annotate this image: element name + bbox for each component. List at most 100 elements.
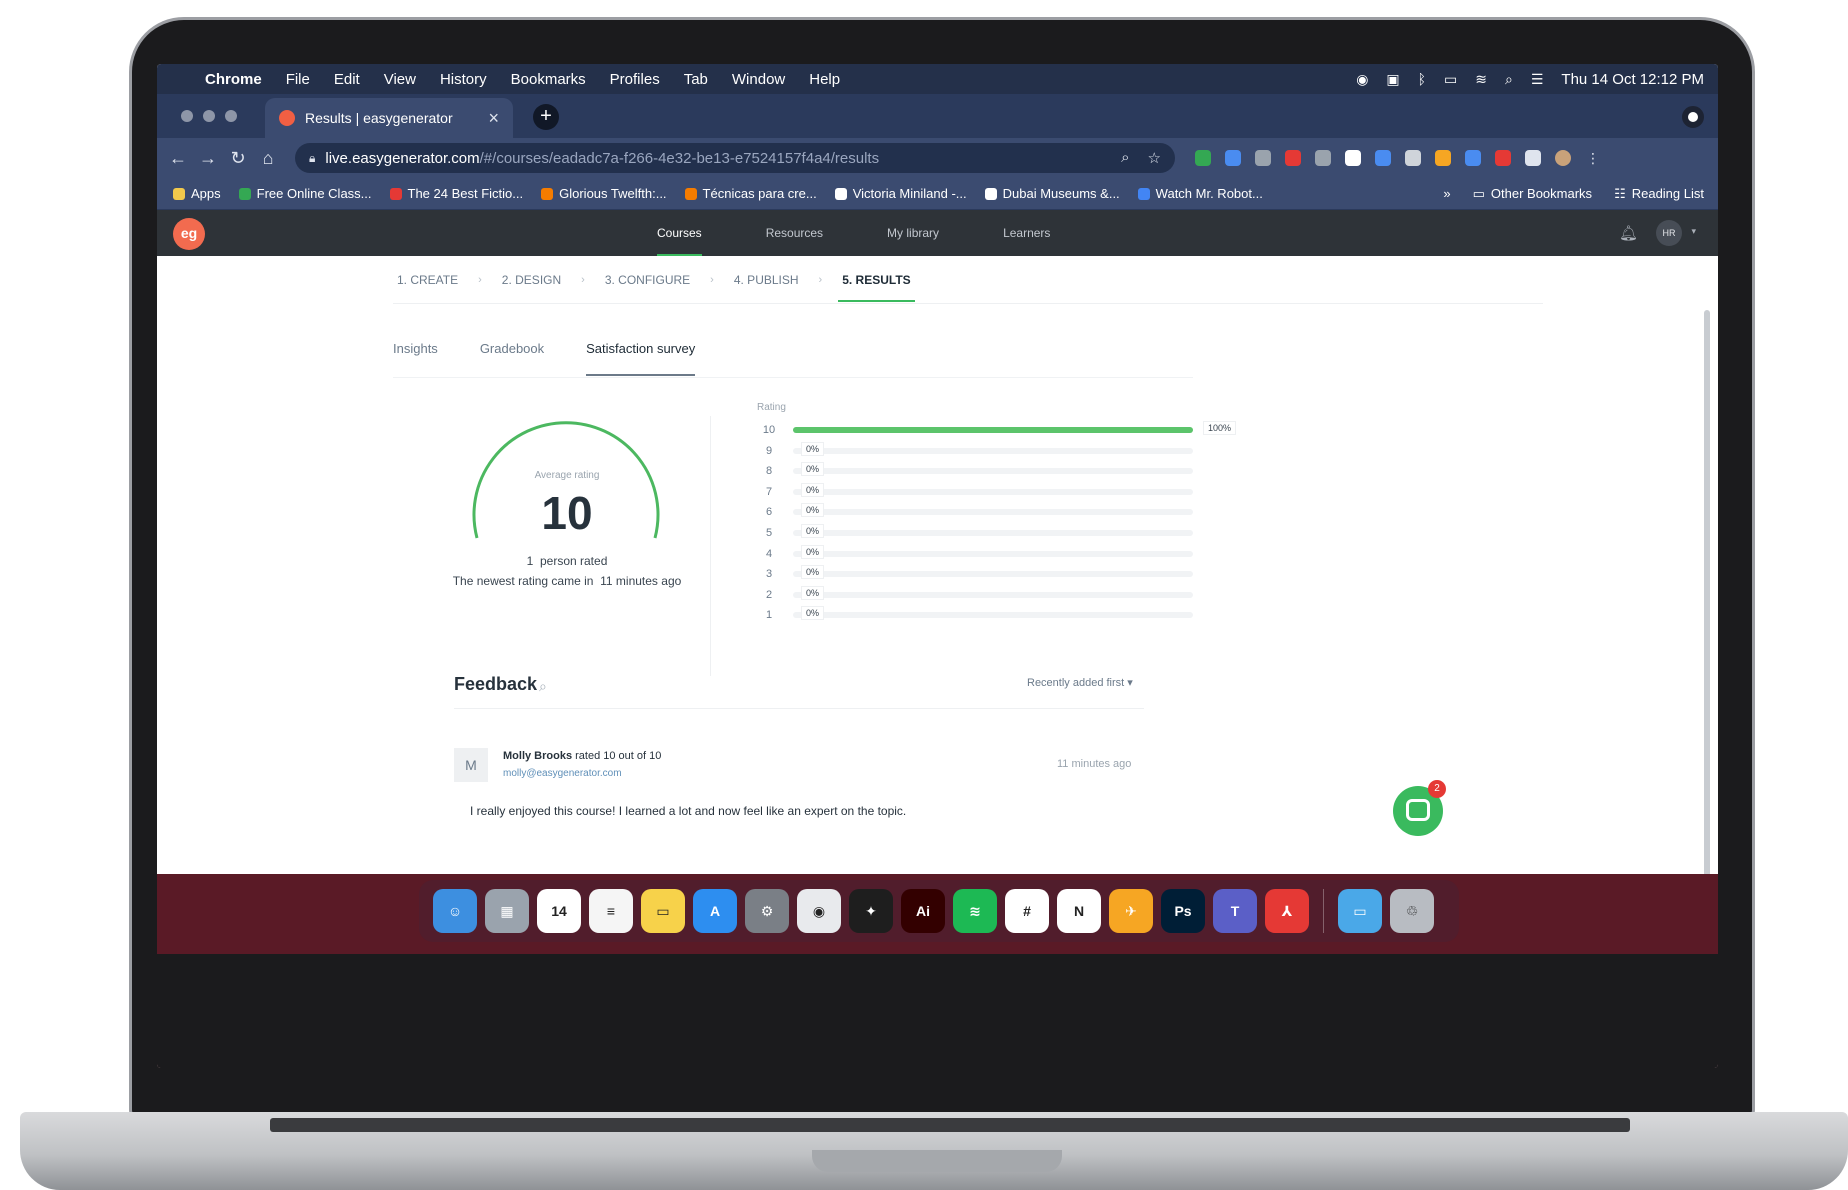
- lock-icon[interactable]: 🔒︎: [309, 151, 315, 166]
- dock-app-store-icon[interactable]: A: [693, 889, 737, 933]
- chevron-down-icon[interactable]: ▾: [1691, 226, 1696, 237]
- battery-icon[interactable]: ▭: [1444, 71, 1457, 88]
- circle-extension-icon[interactable]: [1315, 150, 1331, 166]
- browser-tab[interactable]: Results | easygenerator ×: [265, 98, 513, 138]
- bookmark-item[interactable]: Dubai Museums &...: [984, 186, 1120, 201]
- menu-edit[interactable]: Edit: [322, 71, 372, 88]
- menu-view[interactable]: View: [372, 71, 428, 88]
- avatar[interactable]: HR: [1656, 220, 1682, 246]
- forward-arrow-icon[interactable]: →: [193, 148, 223, 169]
- grid-extension-icon[interactable]: [1495, 150, 1511, 166]
- menu-window[interactable]: Window: [720, 71, 797, 88]
- dock-spotify-icon[interactable]: ≋: [953, 889, 997, 933]
- cup-extension-icon[interactable]: [1435, 150, 1451, 166]
- bookmark-item[interactable]: The 24 Best Fictio...: [389, 186, 523, 201]
- easygenerator-logo[interactable]: eg: [173, 218, 205, 250]
- tab-search-icon[interactable]: [1682, 106, 1704, 128]
- translate-extension-icon[interactable]: [1225, 150, 1241, 166]
- profile-avatar-icon[interactable]: [1555, 150, 1571, 166]
- screen-record-icon[interactable]: ◉: [1356, 71, 1368, 88]
- new-extension-icon[interactable]: [1405, 150, 1421, 166]
- notion-extension-icon[interactable]: [1345, 150, 1361, 166]
- spotlight-icon[interactable]: ⌕: [1505, 71, 1513, 88]
- wifi-icon[interactable]: ≋: [1475, 71, 1487, 88]
- menubar-clock[interactable]: Thu 14 Oct 12:12 PM: [1561, 71, 1704, 88]
- new-tab-button[interactable]: +: [533, 104, 559, 130]
- dock-acrobat-icon[interactable]: ⅄: [1265, 889, 1309, 933]
- step-design[interactable]: 2. DESIGN: [498, 256, 565, 304]
- dock-slack-icon[interactable]: #: [1005, 889, 1049, 933]
- tab-satisfaction-survey[interactable]: Satisfaction survey: [586, 334, 696, 377]
- more-bookmarks-button[interactable]: »: [1443, 186, 1450, 202]
- menu-history[interactable]: History: [428, 71, 499, 88]
- back-arrow-icon[interactable]: ←: [163, 148, 193, 169]
- input-source-icon[interactable]: ▣: [1386, 71, 1399, 88]
- dock-reminders-icon[interactable]: ≡: [589, 889, 633, 933]
- dock-trash-icon[interactable]: ♲: [1390, 889, 1434, 933]
- bookmark-extension-icon[interactable]: [1375, 150, 1391, 166]
- minimize-window-icon[interactable]: [203, 110, 215, 122]
- reload-icon[interactable]: ↻: [223, 148, 253, 169]
- puzzle-extensions-icon[interactable]: [1525, 150, 1541, 166]
- menu-profiles[interactable]: Profiles: [598, 71, 672, 88]
- nav-learners[interactable]: Learners: [971, 210, 1082, 256]
- nav-courses[interactable]: Courses: [625, 210, 734, 256]
- bluetooth-icon[interactable]: ᛒ: [1418, 71, 1426, 87]
- dock-photoshop-icon[interactable]: Ps: [1161, 889, 1205, 933]
- rating-track: 0%: [793, 585, 1193, 600]
- home-icon[interactable]: ⌂: [253, 148, 283, 169]
- window-extension-icon[interactable]: [1465, 150, 1481, 166]
- tab-gradebook[interactable]: Gradebook: [480, 334, 544, 377]
- bookmark-item[interactable]: Apps: [173, 186, 221, 201]
- dock-notes-icon[interactable]: ▭: [641, 889, 685, 933]
- nav-my-library[interactable]: My library: [855, 210, 971, 256]
- dock-system-preferences-icon[interactable]: ⚙: [745, 889, 789, 933]
- bookmark-item[interactable]: Victoria Miniland -...: [834, 186, 967, 201]
- menu-app-name[interactable]: Chrome: [193, 71, 274, 88]
- address-bar[interactable]: 🔒︎ live.easygenerator.com/#/courses/eada…: [295, 143, 1175, 173]
- dock-launchpad-icon[interactable]: ▦: [485, 889, 529, 933]
- menu-tab[interactable]: Tab: [672, 71, 720, 88]
- nav-resources[interactable]: Resources: [734, 210, 855, 256]
- step-configure[interactable]: 3. CONFIGURE: [601, 256, 694, 304]
- bookmark-item[interactable]: Watch Mr. Robot...: [1137, 186, 1263, 201]
- rating-row: 4 0%: [757, 544, 1193, 564]
- bookmark-item[interactable]: Free Online Class...: [238, 186, 372, 201]
- step-publish[interactable]: 4. PUBLISH: [730, 256, 803, 304]
- zoom-window-icon[interactable]: [225, 110, 237, 122]
- menu-file[interactable]: File: [274, 71, 322, 88]
- step-create[interactable]: 1. CREATE: [393, 256, 462, 304]
- close-window-icon[interactable]: [181, 110, 193, 122]
- newest-prefix: The newest rating came in: [452, 574, 594, 588]
- reading-list[interactable]: ☷ Reading List: [1614, 186, 1704, 202]
- dock-transmit-icon[interactable]: ✈: [1109, 889, 1153, 933]
- scrollbar[interactable]: [1704, 310, 1710, 910]
- dock-calendar-icon[interactable]: 14: [537, 889, 581, 933]
- bookmark-star-icon[interactable]: ☆: [1148, 149, 1161, 167]
- dock-notion-icon[interactable]: N: [1057, 889, 1101, 933]
- pin-extension-icon[interactable]: [1285, 150, 1301, 166]
- bookmark-item[interactable]: Técnicas para cre...: [684, 186, 817, 201]
- camera-extension-icon[interactable]: [1255, 150, 1271, 166]
- dock-teams-icon[interactable]: T: [1213, 889, 1257, 933]
- bell-icon[interactable]: 🔔︎: [1619, 224, 1638, 242]
- dock-downloads-icon[interactable]: ▭: [1338, 889, 1382, 933]
- tab-insights[interactable]: Insights: [393, 334, 438, 377]
- zoom-search-icon[interactable]: ⌕: [1121, 149, 1129, 167]
- search-icon[interactable]: ⌕: [539, 678, 547, 695]
- other-bookmarks[interactable]: ▭ Other Bookmarks: [1473, 186, 1592, 202]
- dock-illustrator-icon[interactable]: Ai: [901, 889, 945, 933]
- step-results[interactable]: 5. RESULTS: [838, 256, 916, 304]
- dock-chrome-icon[interactable]: ◉: [797, 889, 841, 933]
- menu-help[interactable]: Help: [797, 71, 852, 88]
- grammarly-extension-icon[interactable]: [1195, 150, 1211, 166]
- tab-close-icon[interactable]: ×: [488, 108, 499, 129]
- menu-bookmarks[interactable]: Bookmarks: [499, 71, 598, 88]
- control-center-icon[interactable]: ☰: [1531, 71, 1544, 88]
- dock-figma-icon[interactable]: ✦: [849, 889, 893, 933]
- kebab-menu-icon[interactable]: ⋮: [1585, 150, 1601, 166]
- author-email[interactable]: molly@easygenerator.com: [503, 768, 622, 779]
- sort-dropdown[interactable]: Recently added first ▾: [1027, 676, 1133, 689]
- dock-finder-icon[interactable]: ☺: [433, 889, 477, 933]
- bookmark-item[interactable]: Glorious Twelfth:...: [541, 186, 667, 201]
